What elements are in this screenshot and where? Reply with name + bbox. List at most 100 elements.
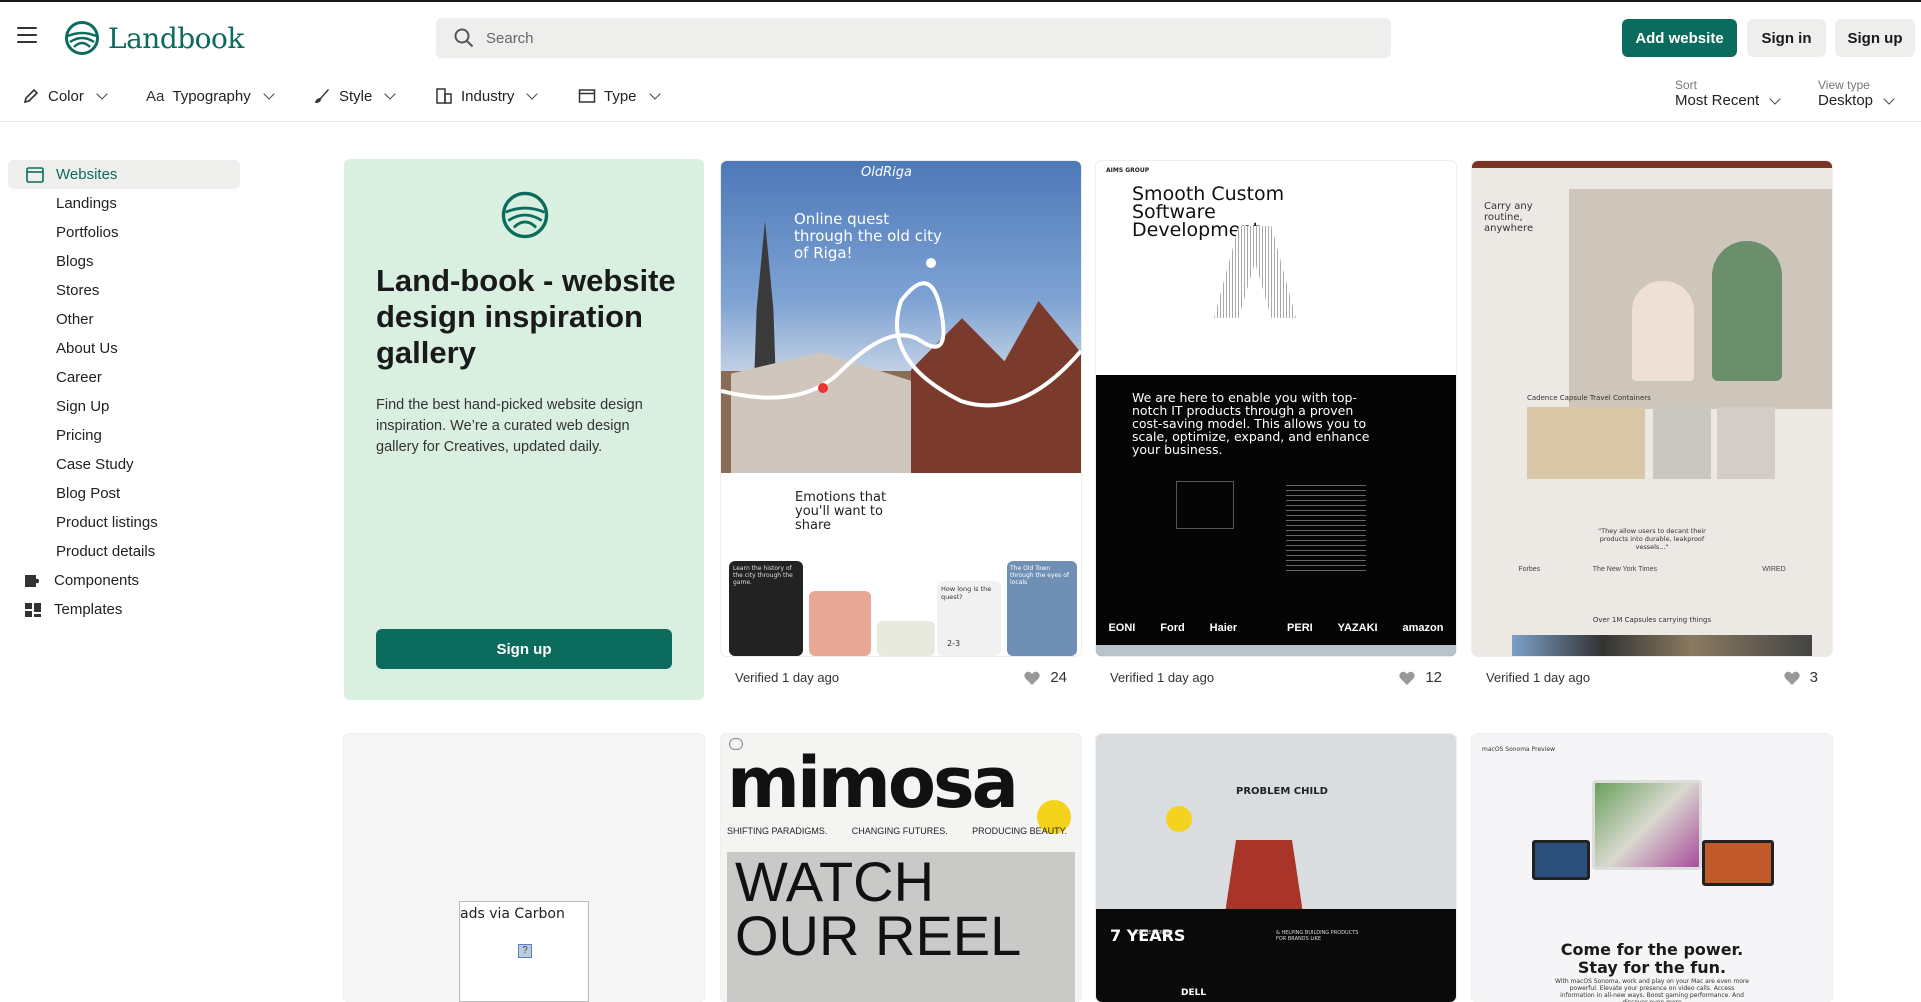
like-button[interactable]: 24	[1024, 669, 1067, 686]
sidebar-item-blogs[interactable]: Blogs	[8, 247, 240, 276]
sidebar-item-label: Components	[54, 572, 140, 589]
browser-icon	[26, 166, 44, 183]
top-bar: Landbook Add website Sign in Sign up	[0, 0, 1921, 72]
client-logo: PERI	[1287, 622, 1313, 634]
sidebar-item-websites[interactable]: Websites	[8, 160, 240, 189]
sidebar-item-pricing[interactable]: Pricing	[8, 421, 240, 450]
sidebar: Websites Landings Portfolios Blogs Stores Ot…	[8, 160, 240, 624]
website-thumbnail[interactable]: Carry any routine, anywhere Cadence Caps…	[1472, 161, 1832, 656]
brush-icon	[315, 89, 329, 103]
sign-in-button[interactable]: Sign in	[1747, 19, 1826, 57]
website-card[interactable]: mimosa SHIFTING PARADIGMS. CHANGING FUTU…	[721, 734, 1081, 1002]
typography-icon: Aa	[146, 87, 165, 105]
website-thumbnail[interactable]: mimosa SHIFTING PARADIGMS. CHANGING FUTU…	[721, 734, 1081, 1002]
sidebar-item-product-details[interactable]: Product details	[8, 537, 240, 566]
filter-style[interactable]: Style	[313, 84, 397, 108]
thumb-tag: CHANGING FUTURES.	[851, 826, 948, 836]
like-button[interactable]: 12	[1399, 669, 1442, 686]
card-meta: Verified 1 day ago 12	[1110, 669, 1442, 686]
sidebar-item-label: Websites	[56, 166, 118, 183]
filter-bar: Color Aa Typography Style Industry Type …	[0, 72, 1921, 122]
like-button[interactable]: 3	[1784, 669, 1818, 686]
pencil-icon	[23, 88, 39, 104]
website-card[interactable]: Carry any routine, anywhere Cadence Caps…	[1472, 161, 1832, 686]
thumb-tag: SHIFTING PARADIGMS.	[727, 826, 828, 836]
sidebar-item-templates[interactable]: Templates	[8, 595, 240, 624]
thumb-tile-text: How long is the quest?	[941, 585, 992, 601]
sidebar-item-portfolios[interactable]: Portfolios	[8, 218, 240, 247]
card-meta: Verified 1 day ago 24	[735, 669, 1067, 686]
client-logos: EONI Ford Haier PERI YAZAKI amazon	[1096, 619, 1456, 637]
sidebar-item-stores[interactable]: Stores	[8, 276, 240, 305]
card-meta: Verified 1 day ago 3	[1486, 669, 1818, 686]
sidebar-item-landings[interactable]: Landings	[8, 189, 240, 218]
thumb-headline: mimosa	[727, 742, 1019, 824]
thumb-headline: Carry any routine, anywhere	[1484, 201, 1534, 234]
filter-type[interactable]: Type	[578, 84, 661, 108]
sidebar-item-about-us[interactable]: About Us	[8, 334, 240, 363]
filter-industry[interactable]: Industry	[435, 84, 539, 108]
hero-card: Land-book - website design inspiration g…	[344, 159, 704, 700]
like-count: 3	[1809, 669, 1818, 686]
client-logo: EONI	[1108, 622, 1136, 634]
press-logos: Forbes The New York Times WIRED	[1492, 561, 1812, 577]
thumb-footer: Over 1M Capsules carrying things	[1592, 616, 1712, 624]
sidebar-item-other[interactable]: Other	[8, 305, 240, 334]
website-card[interactable]: AIMS GROUP Smooth Custom Software Develo…	[1096, 161, 1456, 686]
website-thumbnail[interactable]: AIMS GROUP Smooth Custom Software Develo…	[1096, 161, 1456, 656]
search-input[interactable]	[486, 29, 1366, 47]
broken-image-icon: ?	[518, 944, 532, 958]
thumb-tile-text: 2-3	[947, 639, 961, 648]
website-thumbnail[interactable]: PROBLEM CHILD 7 YEARS OF DESIGNING & HEL…	[1096, 734, 1456, 1002]
website-card[interactable]: Online quest through the old city of Rig…	[721, 161, 1081, 686]
chevron-down-icon	[263, 88, 275, 100]
window-icon	[578, 89, 596, 103]
filter-typography[interactable]: Aa Typography	[146, 84, 275, 108]
add-website-button[interactable]: Add website	[1622, 19, 1737, 57]
heart-icon	[1784, 671, 1800, 685]
website-thumbnail[interactable]: macOS Sonoma Preview Come for the power.…	[1472, 734, 1832, 1002]
logo[interactable]: Landbook	[64, 20, 244, 56]
client-logo: YAZAKI	[1337, 622, 1378, 634]
search-icon	[454, 28, 474, 48]
sidebar-item-blog-post[interactable]: Blog Post	[8, 479, 240, 508]
search-bar[interactable]	[436, 18, 1391, 58]
thumb-headline: Online quest through the old city of Rig…	[794, 210, 942, 262]
website-card[interactable]: macOS Sonoma Preview Come for the power.…	[1472, 734, 1832, 1002]
press-logo: WIRED	[1762, 565, 1786, 573]
view-type-dropdown[interactable]: View type Desktop	[1818, 78, 1895, 109]
heart-icon	[1024, 671, 1040, 685]
components-icon	[25, 574, 39, 587]
thumb-small-title: macOS Sonoma Preview	[1482, 746, 1555, 753]
like-count: 12	[1425, 669, 1442, 686]
sidebar-item-case-study[interactable]: Case Study	[8, 450, 240, 479]
sidebar-item-components[interactable]: Components	[8, 566, 240, 595]
sidebar-item-career[interactable]: Career	[8, 363, 240, 392]
view-type-label: View type	[1818, 78, 1870, 92]
client-logo: Ford	[1160, 622, 1185, 634]
thumb-subheadline: Emotions that you'll want to share	[795, 490, 887, 533]
sidebar-item-product-listings[interactable]: Product listings	[8, 508, 240, 537]
filter-typography-label: Typography	[172, 87, 251, 105]
sidebar-item-sign-up[interactable]: Sign Up	[8, 392, 240, 421]
hero-title: Land-book - website design inspiration g…	[376, 263, 676, 370]
website-card[interactable]: PROBLEM CHILD 7 YEARS OF DESIGNING & HEL…	[1096, 734, 1456, 1002]
sort-label: Sort	[1675, 78, 1698, 92]
thumb-brand: OldRiga	[861, 165, 912, 180]
sign-up-button[interactable]: Sign up	[1835, 19, 1915, 57]
thumb-headline: Smooth Custom Software Development	[1132, 183, 1285, 241]
ad-card[interactable]: ads via Carbon ?	[344, 734, 704, 1002]
verified-text: Verified 1 day ago	[735, 670, 840, 685]
press-logo: The New York Times	[1592, 565, 1657, 573]
chevron-down-icon	[1883, 92, 1895, 105]
ad-label: ads via Carbon	[460, 906, 565, 922]
thumb-section: Cadence Capsule Travel Containers	[1527, 394, 1651, 402]
sort-dropdown[interactable]: Sort Most Recent	[1675, 78, 1781, 109]
ad-container[interactable]: ads via Carbon ?	[344, 734, 704, 1002]
thumb-headline: PROBLEM CHILD	[1236, 786, 1328, 797]
landbook-logo-icon	[501, 191, 549, 239]
menu-icon[interactable]	[17, 27, 37, 43]
filter-color[interactable]: Color	[22, 84, 108, 108]
hero-sign-up-button[interactable]: Sign up	[376, 629, 672, 669]
website-thumbnail[interactable]: Online quest through the old city of Rig…	[721, 161, 1081, 656]
